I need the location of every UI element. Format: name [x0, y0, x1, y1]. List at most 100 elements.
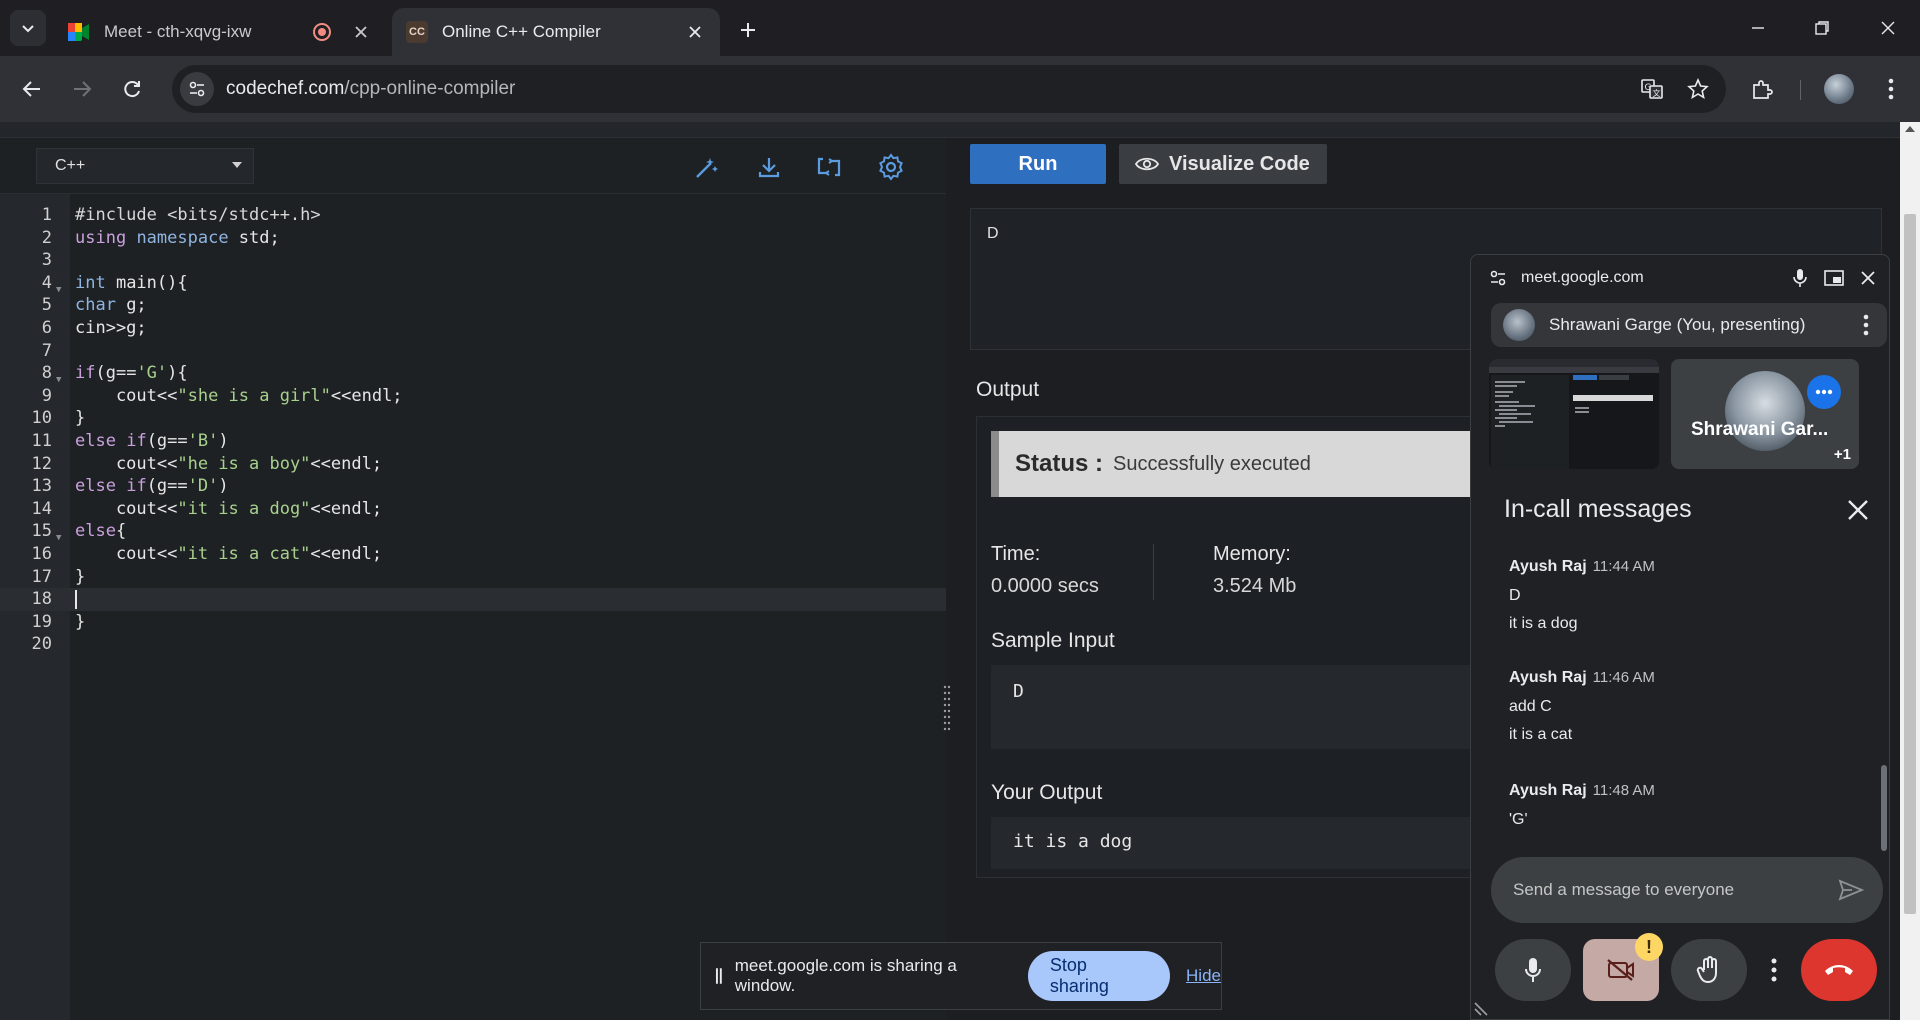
minimize-button[interactable]	[1738, 12, 1778, 44]
line-number: 18	[31, 589, 52, 610]
extensions-button[interactable]	[1744, 71, 1780, 107]
code-line[interactable]: 16 cout<<"it is a cat"<<endl;	[0, 543, 946, 566]
drag-handle-icon[interactable]	[715, 967, 723, 985]
code-line[interactable]: 6 cin>>g;	[0, 317, 946, 340]
code-line[interactable]: 8 ▼ if(g=='G'){	[0, 362, 946, 385]
tune-icon	[189, 81, 205, 97]
bookmark-button[interactable]	[1680, 71, 1716, 107]
restore-button[interactable]	[1802, 12, 1842, 44]
tab-strip: Meet - cth-xqvg-ixw CC Online C++ Compil…	[0, 0, 1920, 56]
code-line[interactable]: 7	[0, 340, 946, 363]
line-number: 14	[31, 498, 52, 519]
run-button[interactable]: Run	[970, 144, 1106, 184]
google-meet-icon	[68, 21, 90, 43]
hide-link[interactable]: Hide	[1186, 966, 1221, 986]
line-number: 19	[31, 611, 52, 632]
time-label: Time:	[991, 543, 1041, 565]
participant-options-button[interactable]	[1807, 375, 1841, 409]
close-icon	[355, 26, 367, 38]
screen-share-tile[interactable]	[1489, 359, 1659, 469]
scrollbar-thumb[interactable]	[1904, 214, 1916, 914]
message-text: add C	[1509, 698, 1552, 715]
new-tab-button[interactable]	[732, 14, 764, 46]
line-number: 11	[31, 431, 52, 451]
more-horizontal-icon	[1815, 389, 1833, 395]
resize-grip-icon[interactable]	[1473, 997, 1493, 1017]
codechef-icon: CC	[406, 21, 428, 43]
line-number: 7	[41, 340, 52, 361]
message-time: 11:46 AM	[1592, 669, 1655, 686]
more-options-button[interactable]	[1759, 939, 1789, 1001]
code-line[interactable]: 19}	[0, 611, 946, 634]
code-line[interactable]: 14 cout<<"it is a dog"<<endl;	[0, 498, 946, 521]
address-bar[interactable]: codechef.com/cpp-online-compiler G文	[172, 65, 1726, 113]
presenter-options-button[interactable]	[1851, 308, 1881, 342]
close-pip-button[interactable]	[1851, 261, 1885, 295]
leave-call-button[interactable]	[1801, 939, 1877, 1001]
close-tab-button[interactable]	[350, 21, 372, 43]
status-label: Status :	[1015, 450, 1104, 477]
back-button[interactable]	[14, 71, 50, 107]
code-line[interactable]: 10}	[0, 407, 946, 430]
arrow-left-icon	[22, 81, 40, 97]
code-text: }	[75, 611, 86, 632]
translate-button[interactable]: G文	[1634, 71, 1670, 107]
message-header: Ayush Raj 11:44 AM	[1509, 558, 1869, 576]
code-line[interactable]: 5 char g;	[0, 294, 946, 317]
close-tab-button[interactable]	[684, 21, 706, 43]
kebab-menu-icon	[1888, 78, 1894, 100]
forward-button[interactable]	[64, 71, 100, 107]
pip-mic-indicator[interactable]	[1783, 261, 1817, 295]
language-select[interactable]: C++	[36, 148, 254, 184]
close-messages-button[interactable]	[1843, 495, 1873, 525]
tab-meet[interactable]: Meet - cth-xqvg-ixw	[54, 8, 386, 56]
stop-sharing-button[interactable]: Stop sharing	[1027, 951, 1171, 1001]
reload-button[interactable]	[114, 71, 150, 107]
code-text: cout<<"it is a cat"<<endl;	[75, 544, 383, 564]
code-line[interactable]: 17}	[0, 566, 946, 589]
code-line[interactable]: 15 ▼ else{	[0, 520, 946, 543]
end-call-icon	[1825, 965, 1853, 975]
language-value: C++	[55, 157, 86, 174]
code-line[interactable]: 11 else if(g=='B')	[0, 430, 946, 453]
presenter-bar: Shrawani Garge (You, presenting)	[1491, 303, 1887, 347]
tab-search-button[interactable]	[10, 10, 46, 46]
editor-settings-button[interactable]	[876, 152, 906, 182]
code-line[interactable]: 20	[0, 633, 946, 656]
fullscreen-button[interactable]	[814, 152, 844, 182]
raise-hand-button[interactable]	[1671, 939, 1747, 1001]
settings-icon	[879, 153, 903, 181]
line-number: 15	[31, 521, 52, 542]
code-line-active[interactable]: 18	[0, 588, 946, 611]
profile-avatar[interactable]	[1824, 74, 1854, 104]
split-resize-handle[interactable]	[940, 682, 954, 734]
code-line[interactable]: 2 using namespace std;	[0, 227, 946, 250]
visualize-code-button[interactable]: Visualize Code	[1119, 144, 1327, 184]
caret-down-icon	[232, 162, 242, 168]
site-info-button[interactable]	[180, 72, 214, 106]
message-text: it is a cat	[1509, 726, 1573, 743]
code-line[interactable]: 9 cout<<"she is a girl"<<endl;	[0, 385, 946, 408]
messages-scrollbar[interactable]	[1881, 765, 1887, 851]
send-message-button[interactable]	[1831, 870, 1871, 910]
microphone-toggle-button[interactable]	[1495, 939, 1571, 1001]
code-line[interactable]: 12 cout<<"he is a boy"<<endl;	[0, 453, 946, 476]
code-line[interactable]: 4 ▼ int main(){	[0, 272, 946, 295]
code-line[interactable]: 1 #include <bits/stdc++.h>	[0, 204, 946, 227]
close-window-button[interactable]	[1868, 12, 1908, 44]
custom-input-value: D	[987, 225, 999, 242]
message-input[interactable]: Send a message to everyone	[1491, 857, 1883, 923]
download-button[interactable]	[754, 152, 784, 182]
browser-menu-button[interactable]	[1876, 71, 1906, 107]
tab-codechef[interactable]: CC Online C++ Compiler	[392, 8, 720, 56]
scroll-up-arrow-icon[interactable]	[1905, 126, 1915, 132]
participant-tile[interactable]: Shrawani Gar... +1	[1671, 359, 1859, 469]
url-text: codechef.com/cpp-online-compiler	[226, 78, 1634, 100]
page-scrollbar[interactable]	[1900, 122, 1920, 1020]
format-code-button[interactable]	[692, 152, 722, 182]
back-to-tab-button[interactable]	[1817, 261, 1851, 295]
tune-icon[interactable]	[1489, 269, 1507, 287]
code-line[interactable]: 3	[0, 249, 946, 272]
code-line[interactable]: 13 else if(g=='D')	[0, 475, 946, 498]
puzzle-icon	[1753, 80, 1773, 99]
